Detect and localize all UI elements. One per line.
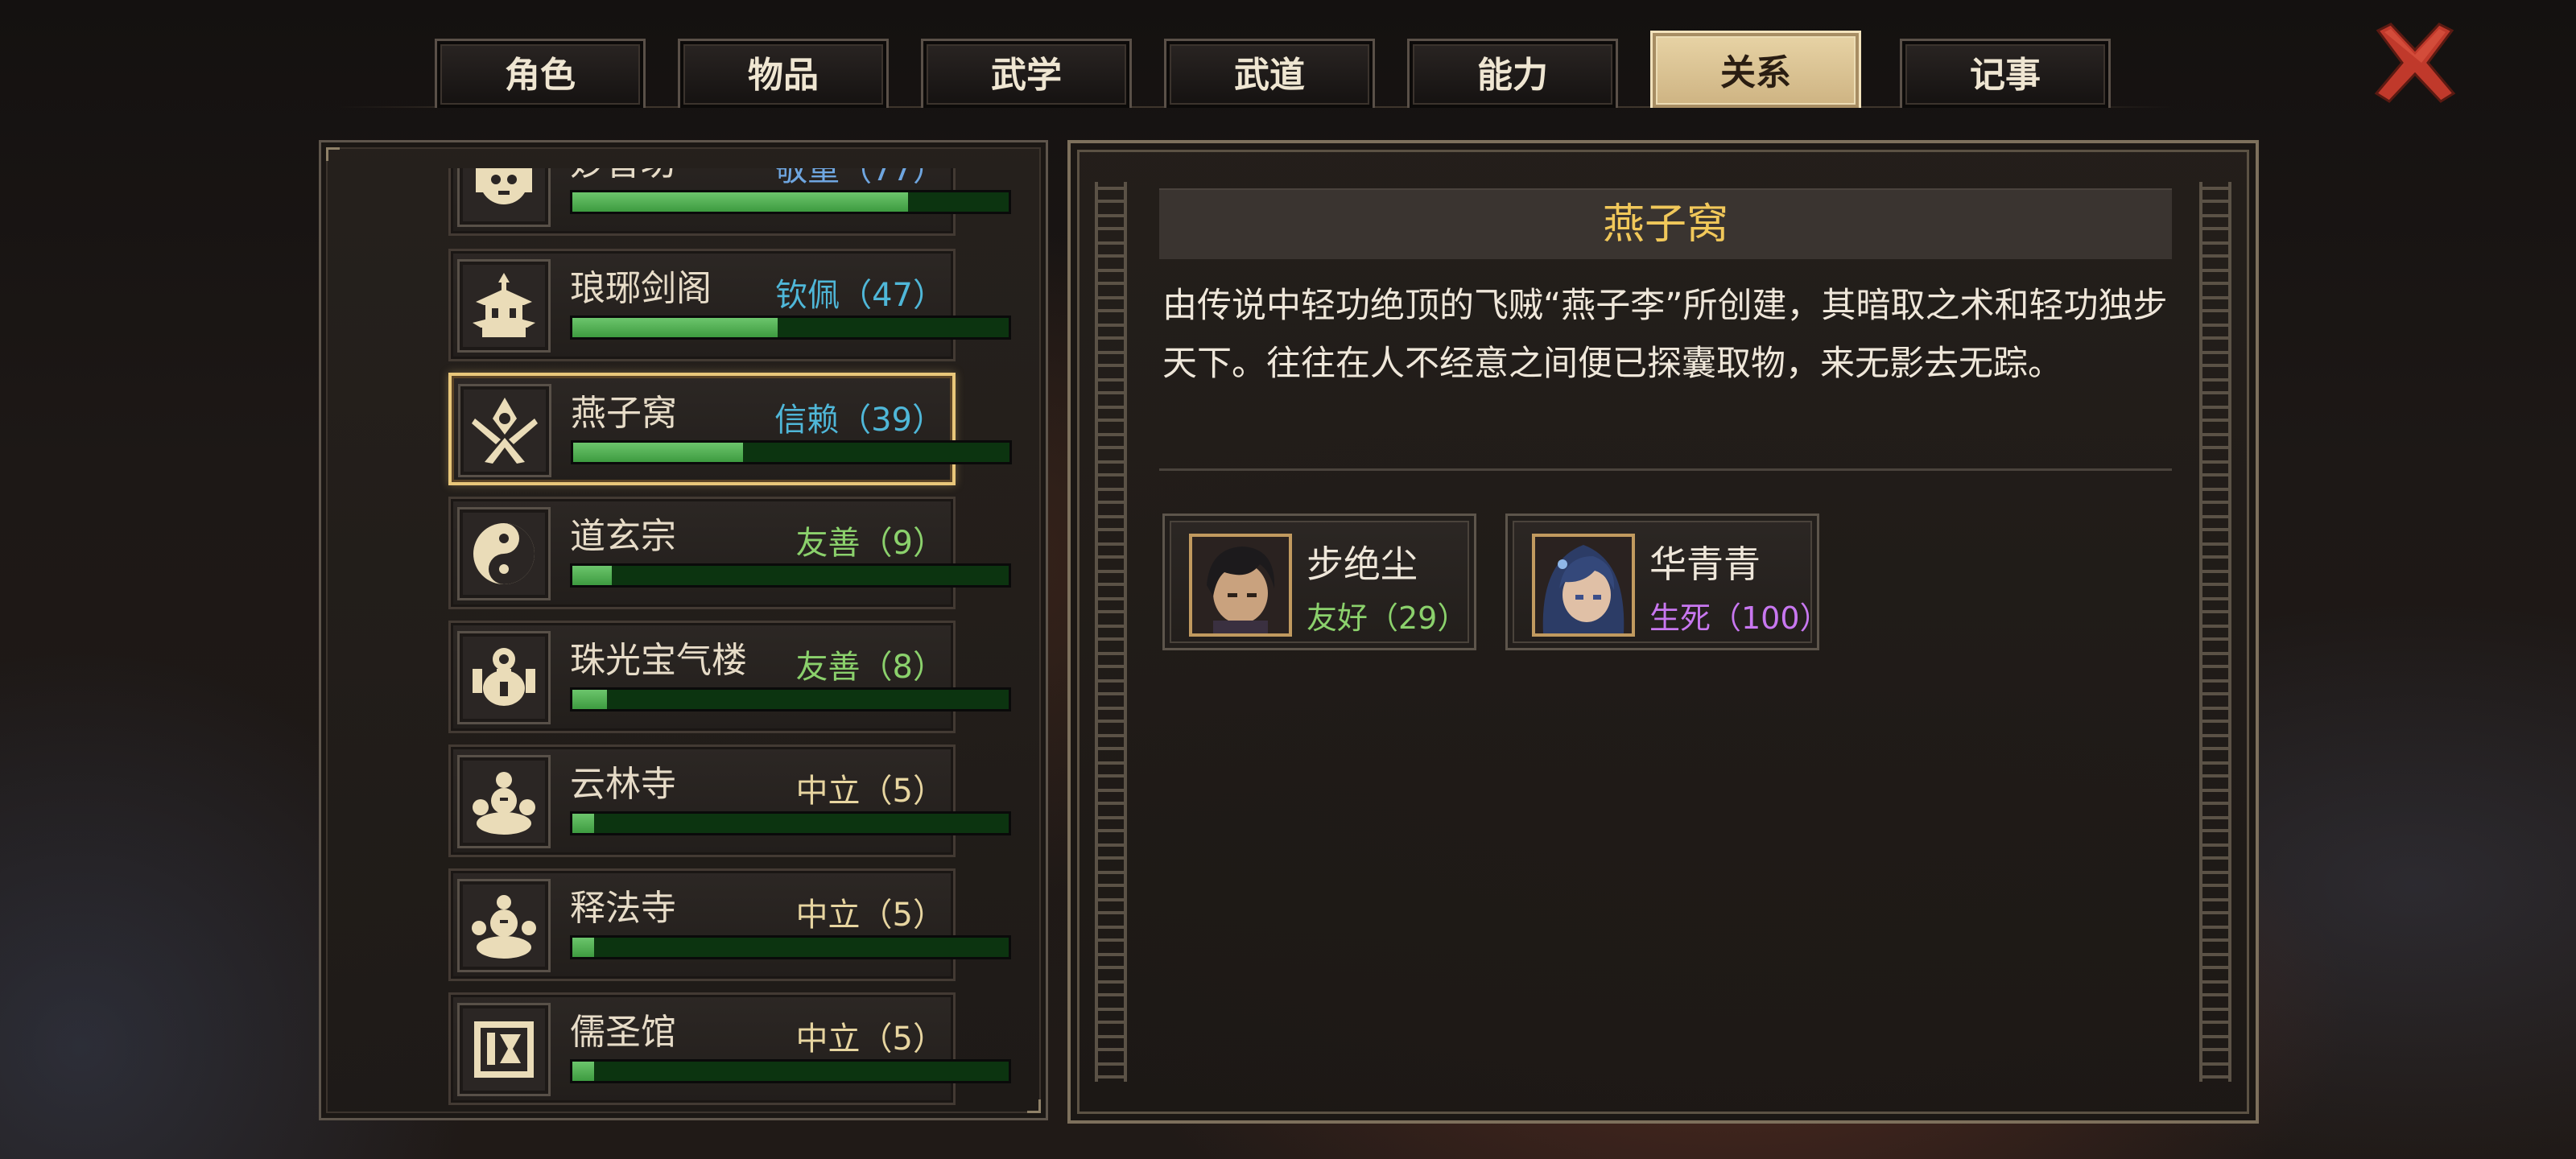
faction-list-panel: 妙音坊 敬重（77） 琅琊剑阁 钦佩（47） 燕子窝 信赖（39） 道玄宗 — [319, 140, 1048, 1120]
divider — [1159, 468, 2172, 471]
faction-name: 燕子窝 — [571, 393, 677, 434]
faction-level: 友善（8） — [795, 649, 945, 686]
faction-list[interactable]: 妙音坊 敬重（77） 琅琊剑阁 钦佩（47） 燕子窝 信赖（39） 道玄宗 — [321, 168, 1046, 1118]
faction-progress-fill — [572, 690, 608, 709]
faction-progress-fill — [572, 1062, 595, 1081]
member-relation: 生死（100） — [1649, 600, 1831, 636]
faction-progress-fill — [572, 814, 595, 833]
faction-progress-bar — [570, 1059, 1011, 1083]
faction-name: 释法寺 — [570, 888, 676, 929]
faction-row-zhuguang[interactable]: 珠光宝气楼 友善（8） — [448, 621, 1011, 733]
detail-description: 由传说中轻功绝顶的飞贼“燕子李”所创建，其暗取之术和轻功独步天下。往往在人不经意… — [1162, 286, 2168, 384]
faction-level: 中立（5） — [795, 1021, 945, 1058]
close-button[interactable] — [2370, 21, 2460, 105]
faction-detail-panel: 燕子窝 由传说中轻功绝顶的飞贼“燕子李”所创建，其暗取之术和轻功独步天下。往往在… — [1067, 140, 2259, 1124]
panel-corner — [326, 147, 340, 161]
tab-character[interactable]: 角色 — [435, 39, 646, 108]
faction-progress-fill — [573, 443, 744, 462]
faction-progress-fill — [572, 318, 778, 337]
tab-martial-way[interactable]: 武道 — [1164, 39, 1375, 108]
faction-progress-bar — [570, 687, 1011, 711]
faction-progress-fill — [572, 938, 595, 957]
faction-progress-fill — [572, 192, 909, 212]
tab-items[interactable]: 物品 — [678, 39, 889, 108]
faction-row-langya[interactable]: 琅琊剑阁 钦佩（47） — [448, 249, 1011, 361]
faction-name: 儒圣馆 — [570, 1012, 676, 1053]
faction-row-yunlin[interactable]: 云林寺 中立（5） — [448, 744, 1011, 857]
faction-row-rusheng[interactable]: 儒圣馆 中立（5） — [448, 992, 1011, 1105]
faction-name: 云林寺 — [570, 764, 676, 805]
faction-name: 道玄宗 — [570, 516, 676, 557]
faction-level: 钦佩（47） — [775, 277, 945, 314]
buddha-emblem-icon — [457, 879, 551, 972]
faction-progress-bar — [570, 316, 1011, 340]
yin-yang-emblem-icon — [457, 507, 551, 600]
faction-row-shifa[interactable]: 释法寺 中立（5） — [448, 868, 1011, 981]
member-name: 步绝尘 — [1307, 542, 1418, 586]
faction-level: 信赖（39） — [774, 402, 944, 439]
female-portrait-icon — [1532, 534, 1635, 637]
tab-martial-arts[interactable]: 武学 — [921, 39, 1132, 108]
faction-progress-bar — [570, 190, 1011, 214]
crossed-blades-emblem-icon — [458, 384, 551, 477]
male-portrait-icon — [1189, 534, 1292, 637]
faction-name: 琅琊剑阁 — [570, 268, 712, 309]
buddha-emblem-icon — [457, 755, 551, 848]
faction-progress-fill — [572, 566, 612, 585]
faction-level: 敬重（77） — [775, 168, 945, 188]
faction-level: 友善（9） — [795, 525, 945, 562]
faction-name: 珠光宝气楼 — [570, 640, 747, 681]
member-card[interactable]: 步绝尘 友好（29） — [1162, 514, 1476, 650]
faction-progress-bar — [570, 811, 1011, 835]
faction-progress-bar — [571, 440, 1012, 464]
treasure-vase-emblem-icon — [457, 631, 551, 724]
member-name: 华青青 — [1649, 542, 1761, 586]
lotus-mask-emblem-icon — [457, 168, 551, 227]
tab-abilities[interactable]: 能力 — [1407, 39, 1618, 108]
faction-row-daoxuan[interactable]: 道玄宗 友善（9） — [448, 497, 1011, 609]
faction-row-yanziwo[interactable]: 燕子窝 信赖（39） — [448, 373, 1012, 485]
close-x-icon — [2374, 23, 2456, 103]
detail-title: 燕子窝 — [1159, 188, 2172, 259]
faction-level: 中立（5） — [795, 773, 945, 810]
faction-progress-bar — [570, 563, 1011, 588]
faction-progress-bar — [570, 935, 1011, 959]
faction-level: 中立（5） — [795, 897, 945, 934]
faction-row-miaoyin[interactable]: 妙音坊 敬重（77） — [448, 168, 1011, 236]
border-ornament — [1095, 182, 1127, 1082]
member-card[interactable]: 华青青 生死（100） — [1505, 514, 1831, 650]
scroll-emblem-icon — [457, 1003, 551, 1096]
tab-relations[interactable]: 关系 — [1650, 31, 1861, 108]
tab-journal[interactable]: 记事 — [1900, 39, 2111, 108]
pavilion-emblem-icon — [457, 259, 551, 353]
faction-name: 妙音坊 — [570, 168, 676, 185]
tab-bar: 角色 物品 武学 武道 能力 关系 记事 — [435, 31, 2125, 108]
member-relation: 友好（29） — [1307, 600, 1468, 636]
border-ornament — [2199, 182, 2231, 1082]
